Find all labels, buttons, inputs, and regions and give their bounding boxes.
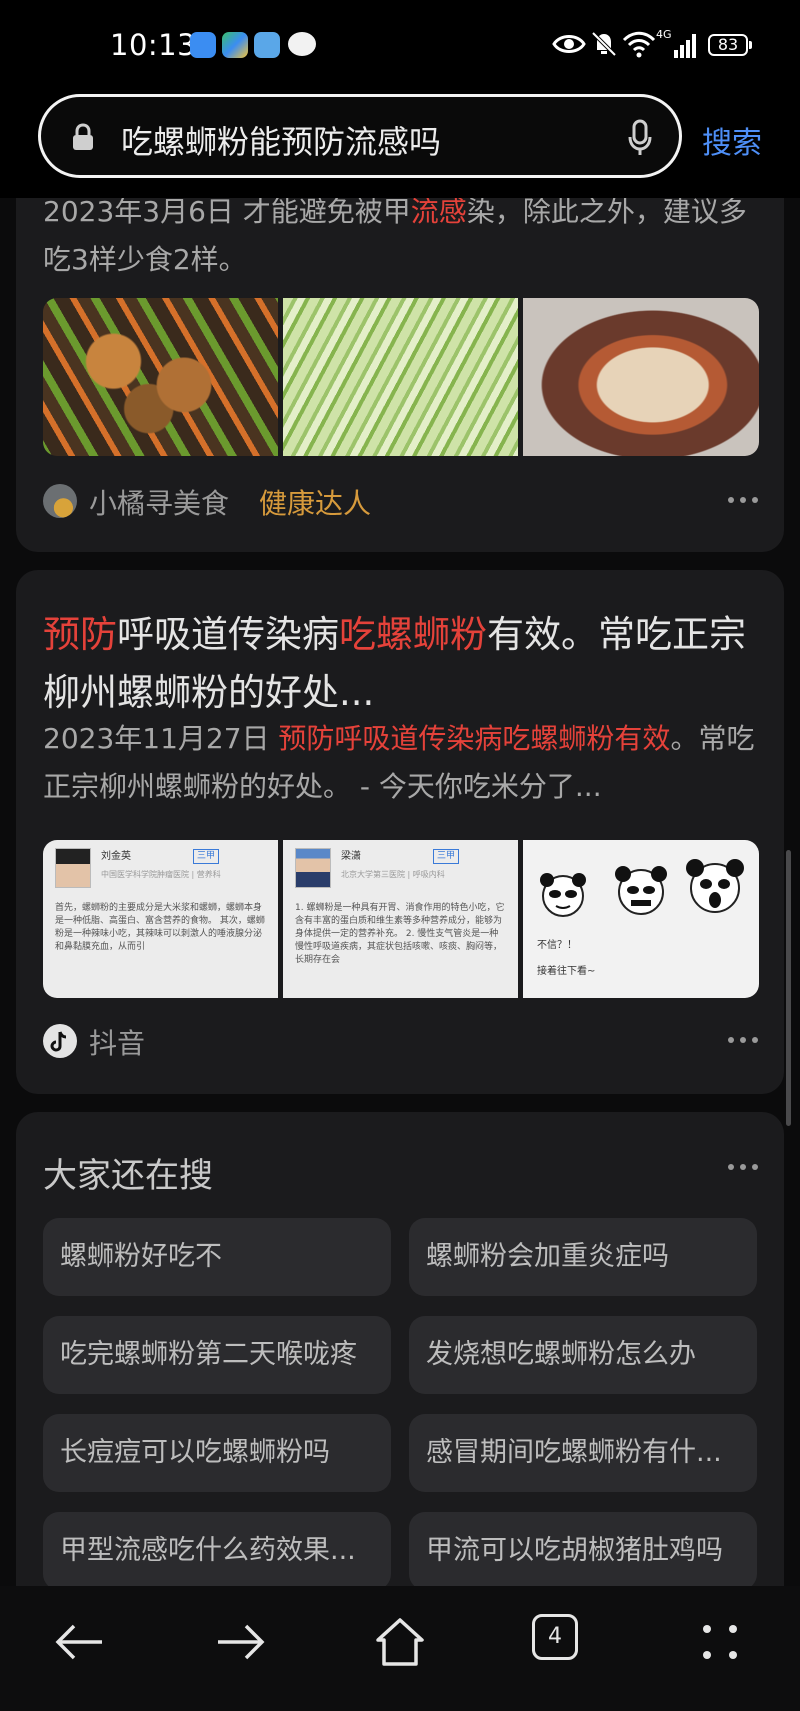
related-search-chip[interactable]: 螺蛳粉好吃不 — [43, 1218, 391, 1296]
clock: 10:13 — [110, 28, 197, 62]
related-searches-card: 大家还在搜 螺蛳粉好吃不 螺蛳粉会加重炎症吗 吃完螺蛳粉第二天喉咙疼 发烧想吃螺… — [16, 1112, 784, 1586]
title-text: 呼吸道传染病 — [117, 613, 339, 656]
meme-caption: 接着往下看~ — [537, 966, 596, 977]
result-images[interactable]: 刘金英 三甲 中国医学科学院肿瘤医院 | 营养科 首先，螺蛳粉的主要成分是大米浆… — [43, 840, 759, 998]
tabs-count: 4 — [548, 1624, 562, 1649]
gallery-notification-icon — [254, 32, 280, 58]
result-card[interactable]: 2023年3月6日 才能避免被甲流感染，除此之外，建议多吃3样少食2样。 小橘寻… — [16, 198, 784, 552]
result-images[interactable] — [43, 298, 759, 456]
more-options-icon[interactable] — [728, 495, 758, 505]
douyin-logo-icon — [43, 1024, 77, 1058]
menu-dots-icon[interactable] — [690, 1612, 750, 1672]
result-title[interactable]: 预防呼吸道传染病吃螺蛳粉有效。常吃正宗柳州螺蛳粉的好处... — [43, 606, 763, 722]
result-source[interactable]: 抖音 — [43, 1022, 743, 1062]
source-name: 抖音 — [89, 1027, 146, 1060]
doctor-answer-thumbnail[interactable]: 刘金英 三甲 中国医学科学院肿瘤医院 | 营养科 首先，螺蛳粉的主要成分是大米浆… — [43, 840, 278, 998]
food-image-soup[interactable] — [523, 298, 759, 456]
result-date: 2023年3月6日 — [43, 198, 234, 228]
answer-text: 1. 螺蛳粉是一种具有开胃、消食作用的特色小吃，它含有丰富的蛋白质和维生素等多种… — [295, 903, 505, 965]
doctor-answer-thumbnail[interactable]: 梁潇 三甲 北京大学第三医院 | 呼吸内科 1. 螺蛳粉是一种具有开胃、消食作用… — [283, 840, 518, 998]
related-search-chip[interactable]: 甲流可以吃胡椒猪肚鸡吗 — [409, 1512, 757, 1586]
meme-caption: 不信？！ — [537, 940, 577, 951]
message-notification-icon — [288, 32, 316, 56]
status-bar: 10:13 4G 83 — [0, 0, 800, 92]
source-name: 小橘寻美食 — [89, 487, 230, 520]
back-arrow-icon[interactable] — [50, 1612, 110, 1672]
more-options-icon[interactable] — [728, 1162, 758, 1172]
search-query-text: 吃螺蛳粉能预防流感吗 — [121, 123, 442, 161]
title-highlight: 吃螺蛳粉 — [339, 613, 487, 656]
more-options-icon[interactable] — [728, 1035, 758, 1045]
related-search-chip[interactable]: 感冒期间吃螺蛳粉有什... — [409, 1414, 757, 1492]
home-icon[interactable] — [370, 1612, 430, 1672]
battery-icon: 83 — [708, 34, 752, 56]
snippet-highlight: 预防呼吸道传染病吃螺蛳粉有效 — [278, 722, 671, 755]
panda-meme-thumbnail[interactable]: 不信？！ 接着往下看~ — [523, 840, 759, 998]
snippet-text: 才能避免被甲 — [233, 198, 411, 228]
hospital-level-badge: 三甲 — [433, 849, 460, 864]
signal-icon — [672, 32, 698, 58]
tabs-button[interactable]: 4 — [532, 1614, 578, 1660]
food-image-stirfry[interactable] — [43, 298, 278, 456]
related-search-chip[interactable]: 吃完螺蛳粉第二天喉咙疼 — [43, 1316, 391, 1394]
result-snippet: 2023年3月6日 才能避免被甲流感染，除此之外，建议多吃3样少食2样。 — [43, 198, 773, 284]
app-notification-icon — [222, 32, 248, 58]
search-input[interactable]: 吃螺蛳粉能预防流感吗 — [38, 94, 682, 178]
related-search-chip[interactable]: 长痘痘可以吃螺蛳粉吗 — [43, 1414, 391, 1492]
author-avatar — [43, 484, 77, 518]
related-search-chip[interactable]: 螺蛳粉会加重炎症吗 — [409, 1218, 757, 1296]
doctor-photo — [295, 848, 331, 888]
doctor-department: 北京大学第三医院 | 呼吸内科 — [341, 870, 445, 879]
result-source[interactable]: 小橘寻美食 健康达人 — [43, 482, 743, 522]
battery-level: 83 — [717, 35, 739, 54]
source-tag: 健康达人 — [259, 487, 372, 520]
bottom-navigation: 4 — [0, 1586, 800, 1711]
doctor-photo — [55, 848, 91, 888]
microphone-icon[interactable] — [627, 119, 653, 157]
search-button[interactable]: 搜索 — [702, 118, 762, 162]
doctor-department: 中国医学科学院肿瘤医院 | 营养科 — [101, 870, 221, 879]
doctor-name: 梁潇 — [341, 851, 361, 862]
related-searches-title: 大家还在搜 — [43, 1156, 213, 1196]
result-snippet: 2023年11月27日 预防呼吸道传染病吃螺蛳粉有效。常吃正宗柳州螺蛳粉的好处。… — [43, 715, 773, 811]
lock-icon — [73, 123, 93, 150]
panda-meme-faces — [540, 859, 744, 917]
title-highlight: 预防 — [43, 613, 117, 656]
related-search-chip[interactable]: 甲型流感吃什么药效果... — [43, 1512, 391, 1586]
snippet-highlight: 流感 — [410, 198, 467, 228]
network-type-label: 4G — [656, 28, 672, 41]
hospital-level-badge: 三甲 — [193, 849, 220, 864]
doctor-name: 刘金英 — [101, 851, 131, 862]
search-header: 吃螺蛳粉能预防流感吗 搜索 — [0, 92, 800, 198]
food-image-celery[interactable] — [283, 298, 518, 456]
result-date: 2023年11月27日 — [43, 722, 279, 755]
eye-icon — [552, 35, 586, 53]
browser-notification-icon — [190, 32, 216, 58]
result-card[interactable]: 预防呼吸道传染病吃螺蛳粉有效。常吃正宗柳州螺蛳粉的好处... 2023年11月2… — [16, 570, 784, 1094]
wifi-icon — [622, 31, 656, 58]
related-search-chip[interactable]: 发烧想吃螺蛳粉怎么办 — [409, 1316, 757, 1394]
mute-bell-icon — [591, 31, 617, 57]
answer-text: 首先，螺蛳粉的主要成分是大米浆和螺蛳，螺蛳本身是一种低脂、高蛋白、富含营养的食物… — [55, 903, 265, 952]
forward-arrow-icon[interactable] — [210, 1612, 270, 1672]
scrollbar[interactable] — [786, 850, 791, 1126]
results-list: 2023年3月6日 才能避免被甲流感染，除此之外，建议多吃3样少食2样。 小橘寻… — [0, 198, 800, 1586]
